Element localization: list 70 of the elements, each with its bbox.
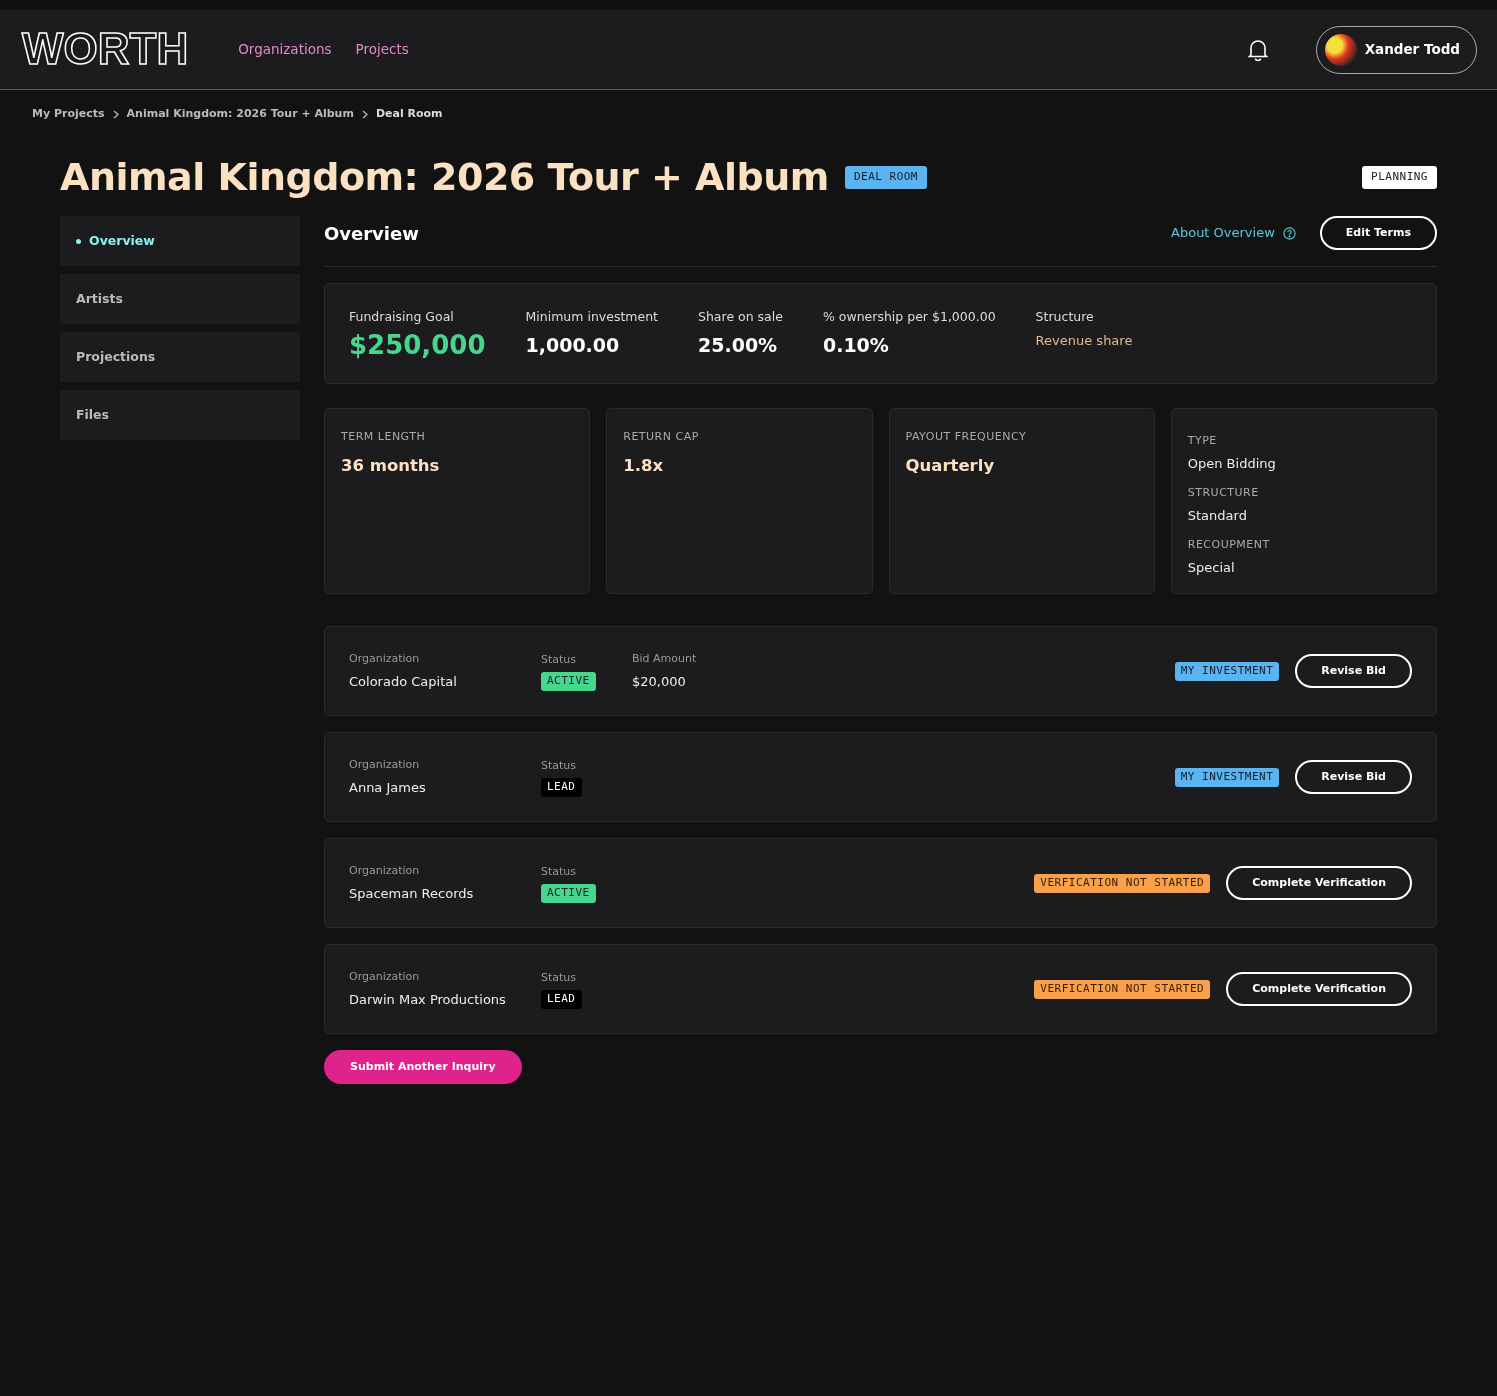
help-icon xyxy=(1282,226,1296,240)
status-tag: LEAD xyxy=(541,778,582,797)
sidebar-item[interactable]: Projections xyxy=(60,332,300,383)
logo[interactable]: WORTH xyxy=(20,24,191,75)
sidebar-item[interactable]: Overview xyxy=(60,216,300,267)
field-label: Bid Amount xyxy=(632,651,697,668)
breadcrumb-link[interactable]: My Projects xyxy=(32,106,105,123)
term-label: RETURN CAP xyxy=(623,429,700,446)
bid-action-button[interactable]: Revise Bid xyxy=(1295,760,1412,795)
detail-label: STRUCTURE xyxy=(1187,485,1260,502)
term-value: Quarterly xyxy=(905,454,996,477)
summary-label: Minimum investment xyxy=(525,308,658,327)
summary-label: Fundraising Goal xyxy=(349,308,455,327)
detail-value: Standard xyxy=(1187,506,1248,525)
submit-inquiry-button[interactable]: Submit Another Inquiry xyxy=(324,1050,522,1085)
organization-name: Darwin Max Productions xyxy=(349,990,507,1009)
stage-tag: PLANNING xyxy=(1362,166,1437,189)
detail-value: Open Bidding xyxy=(1187,454,1277,473)
field-label: Status xyxy=(541,651,577,668)
summary-value: 1,000.00 xyxy=(525,332,621,358)
bid-action-button[interactable]: Complete Verification xyxy=(1226,866,1412,901)
bid-tag: MY INVESTMENT xyxy=(1174,662,1280,681)
summary-value: $250,000 xyxy=(349,330,486,360)
breadcrumb-link[interactable]: Animal Kingdom: 2026 Tour + Album xyxy=(126,106,354,123)
summary-label: % ownership per $1,000.00 xyxy=(822,308,996,327)
status-tag: LEAD xyxy=(541,990,582,1009)
term-value: 1.8x xyxy=(623,454,665,477)
section-title: Overview xyxy=(324,221,419,246)
bid-tag: MY INVESTMENT xyxy=(1174,768,1280,787)
bid-action-button[interactable]: Revise Bid xyxy=(1295,654,1412,689)
bid-action-button[interactable]: Complete Verification xyxy=(1226,972,1412,1007)
deal-room-tag: DEAL ROOM xyxy=(844,166,927,189)
summary-label: Structure xyxy=(1035,308,1095,327)
avatar xyxy=(1324,33,1357,66)
chevron-icon xyxy=(112,109,119,119)
bid-amount: $20,000 xyxy=(632,672,687,691)
nav-link[interactable]: Projects xyxy=(355,39,409,60)
term-value: 36 months xyxy=(341,454,441,477)
field-label: Status xyxy=(541,863,577,880)
sidebar-item[interactable]: Files xyxy=(60,390,300,441)
summary-value: Revenue share xyxy=(1035,331,1133,350)
bid-tag: VERFICATION NOT STARTED xyxy=(1034,874,1211,893)
detail-label: RECOUPMENT xyxy=(1187,537,1271,554)
chevron-icon xyxy=(361,109,368,119)
nav-link[interactable]: Organizations xyxy=(238,39,332,60)
term-label: PAYOUT FREQUENCY xyxy=(905,429,1028,446)
edit-terms-button[interactable]: Edit Terms xyxy=(1319,216,1437,251)
field-label: Organization xyxy=(349,651,421,668)
status-tag: ACTIVE xyxy=(541,884,596,903)
project-title: Animal Kingdom: 2026 Tour + Album xyxy=(60,154,829,201)
detail-label: TYPE xyxy=(1187,433,1218,450)
term-label: TERM LENGTH xyxy=(341,429,427,446)
field-label: Organization xyxy=(349,969,421,986)
organization-name: Anna James xyxy=(349,778,427,797)
summary-value: 25.00% xyxy=(698,332,779,358)
organization-name: Colorado Capital xyxy=(349,672,458,691)
field-label: Organization xyxy=(349,863,421,880)
bid-tag: VERFICATION NOT STARTED xyxy=(1034,980,1211,999)
detail-value: Special xyxy=(1187,558,1236,577)
field-label: Status xyxy=(541,969,577,986)
summary-label: Share on sale xyxy=(698,308,783,327)
summary-value: 0.10% xyxy=(822,332,890,358)
sidebar-item[interactable]: Artists xyxy=(60,274,300,325)
organization-name: Spaceman Records xyxy=(349,884,475,903)
status-tag: ACTIVE xyxy=(541,672,596,691)
breadcrumb-link[interactable]: Deal Room xyxy=(375,106,443,123)
help-link[interactable]: About Overview xyxy=(1171,223,1296,243)
field-label: Organization xyxy=(349,757,421,774)
notification-bell-icon[interactable] xyxy=(1247,38,1268,61)
field-label: Status xyxy=(541,757,577,774)
